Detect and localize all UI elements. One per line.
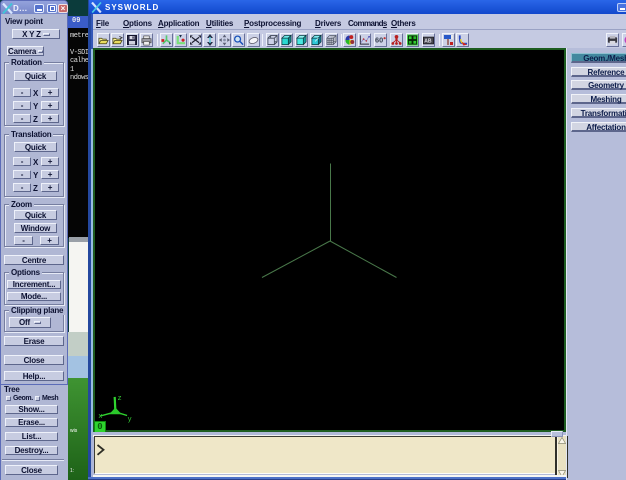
- svg-text:60: 60: [375, 36, 383, 45]
- svg-text:AB: AB: [424, 38, 432, 44]
- svg-text:y: y: [128, 416, 132, 424]
- svg-text:x: x: [98, 413, 102, 421]
- svg-text:z: z: [118, 395, 122, 403]
